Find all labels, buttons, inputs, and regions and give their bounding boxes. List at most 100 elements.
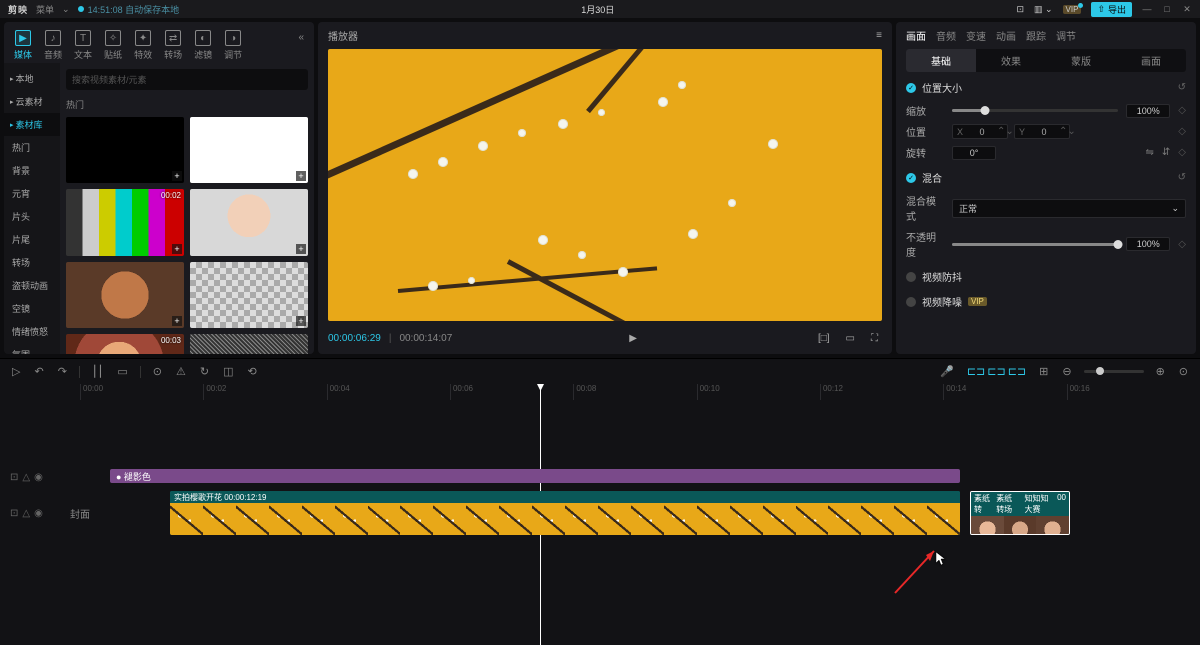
sidenav-item[interactable]: 氛围 (4, 343, 60, 354)
sub-tab[interactable]: 蒙版 (1046, 49, 1116, 72)
keyframe-icon[interactable]: ◇ (1178, 147, 1186, 158)
media-thumbnail[interactable]: + (66, 262, 184, 328)
search-input[interactable]: 搜索视频素材/元素 (66, 69, 308, 90)
select-tool-icon[interactable]: ▷ (10, 363, 22, 380)
flip-v-icon[interactable]: ⇵ (1162, 147, 1170, 158)
sub-tab[interactable]: 基础 (906, 49, 976, 72)
sub-tab[interactable]: 效果 (976, 49, 1046, 72)
position-y-input[interactable]: Y0⌃⌄ (1014, 124, 1070, 139)
scale-value[interactable]: 100% (1126, 104, 1170, 118)
sidenav-item[interactable]: 背景 (4, 159, 60, 182)
reverse-icon[interactable]: ⟲ (246, 363, 259, 380)
track-visible-icon[interactable]: ◉ (34, 472, 43, 483)
cover-label[interactable]: 封面 (70, 506, 90, 521)
prop-tab[interactable]: 调节 (1056, 28, 1076, 43)
track-lock-icon[interactable]: △ (22, 508, 30, 519)
add-icon[interactable]: + (172, 316, 182, 326)
sidenav-item[interactable]: 热门 (4, 136, 60, 159)
position-x-input[interactable]: X0⌃⌄ (952, 124, 1008, 139)
track-mute-icon[interactable]: ⊡ (10, 472, 18, 483)
timeline-ruler[interactable]: 00:0000:0200:0400:0600:0800:1000:1200:14… (80, 384, 1190, 400)
sidenav-item[interactable]: 空镜 (4, 297, 60, 320)
player-viewport[interactable] (328, 49, 882, 321)
prop-tab[interactable]: 动画 (996, 28, 1016, 43)
sidenav-item[interactable]: 片头 (4, 205, 60, 228)
preview-icon[interactable]: ⊞ (1037, 363, 1050, 380)
sidenav-item[interactable]: 盗顿动画 (4, 274, 60, 297)
player-menu-icon[interactable]: ≡ (876, 30, 882, 41)
media-thumbnail[interactable]: + (190, 117, 308, 183)
delete-icon[interactable]: ▭ (115, 363, 129, 380)
media-thumbnail[interactable]: 00:02+ (66, 189, 184, 255)
add-icon[interactable]: + (296, 316, 306, 326)
sidenav-item[interactable]: 转场 (4, 251, 60, 274)
track-mute-icon[interactable]: ⊡ (10, 508, 18, 519)
split-icon[interactable]: ⎮⎮ (90, 363, 105, 380)
opacity-slider[interactable] (952, 243, 1118, 246)
collapse-icon[interactable]: « (294, 28, 308, 47)
add-icon[interactable]: + (172, 244, 182, 254)
blend-mode-select[interactable]: 正常⌄ (952, 199, 1186, 218)
export-button[interactable]: ⇧ 导出 (1091, 2, 1132, 17)
mic-icon[interactable]: 🎤 (938, 363, 956, 380)
media-thumbnail[interactable]: + (190, 189, 308, 255)
tool-tab-特效[interactable]: ✦特效 (130, 28, 156, 63)
video-clip-main[interactable]: 实拍樱歌开花 00:00:12:19 (170, 491, 960, 535)
prop-tab[interactable]: 变速 (966, 28, 986, 43)
frame-icon[interactable]: [□] (814, 331, 834, 346)
tool-tab-音频[interactable]: ♪音频 (40, 28, 66, 63)
prop-tab[interactable]: 跟踪 (1026, 28, 1046, 43)
play-button[interactable]: ▶ (625, 331, 641, 346)
ratio-icon[interactable]: ▭ (842, 331, 859, 346)
sub-tab[interactable]: 画面 (1116, 49, 1186, 72)
fullscreen-icon[interactable]: ⛶ (867, 331, 882, 346)
prop-tab[interactable]: 画面 (906, 28, 926, 43)
opacity-value[interactable]: 100% (1126, 237, 1170, 251)
keyframe-icon[interactable]: ◇ (1178, 126, 1186, 137)
rotate-icon[interactable]: ↻ (198, 363, 211, 380)
add-icon[interactable]: + (172, 171, 182, 181)
snap-icon[interactable]: ⊏⊐ (1008, 366, 1026, 378)
media-thumbnail[interactable]: + (190, 262, 308, 328)
tool-tab-贴纸[interactable]: ✧贴纸 (100, 28, 126, 63)
sidenav-item[interactable]: ▸本地 (4, 67, 60, 90)
sidenav-item[interactable]: ▸素材库 (4, 113, 60, 136)
mirror-icon[interactable]: ⚠ (174, 363, 188, 380)
sidenav-item[interactable]: 情绪愤怒 (4, 320, 60, 343)
add-icon[interactable]: + (296, 244, 306, 254)
tool-tab-调节[interactable]: ◑调节 (220, 28, 246, 63)
sidenav-item[interactable]: 片尾 (4, 228, 60, 251)
media-thumbnail[interactable]: + (66, 117, 184, 183)
rotation-value[interactable]: 0° (952, 146, 996, 160)
freeze-icon[interactable]: ⊙ (151, 363, 164, 380)
track-visible-icon[interactable]: ◉ (34, 508, 43, 519)
redo-icon[interactable]: ↷ (56, 363, 69, 380)
layout-icon[interactable]: ▥ ⌄ (1034, 4, 1053, 15)
menu-button[interactable]: 菜单 (36, 3, 54, 16)
zoom-in-icon[interactable]: ⊕ (1154, 363, 1167, 380)
reset-icon[interactable]: ↺ (1178, 82, 1186, 93)
zoom-out-icon[interactable]: ⊖ (1060, 363, 1073, 380)
minimize-icon[interactable]: — (1142, 4, 1152, 14)
media-thumbnail[interactable]: 00:03+ (66, 334, 184, 354)
sidenav-item[interactable]: ▸云素材 (4, 90, 60, 113)
tool-tab-转场[interactable]: ⇄转场 (160, 28, 186, 63)
zoom-slider[interactable] (1084, 370, 1144, 373)
flip-h-icon[interactable]: ⇋ (1146, 147, 1154, 158)
undo-icon[interactable]: ↶ (32, 363, 45, 380)
close-icon[interactable]: ✕ (1182, 4, 1192, 14)
tool-tab-媒体[interactable]: ▶媒体 (10, 28, 36, 63)
keyframe-icon[interactable]: ◇ (1178, 105, 1186, 116)
vip-badge[interactable]: VIP (1063, 5, 1082, 14)
maximize-icon[interactable]: □ (1162, 4, 1172, 14)
prop-tab[interactable]: 音频 (936, 28, 956, 43)
magnet-icon[interactable]: ⊏⊐ (967, 366, 985, 378)
tool-tab-文本[interactable]: T文本 (70, 28, 96, 63)
add-icon[interactable]: + (296, 171, 306, 181)
media-thumbnail[interactable]: + (190, 334, 308, 354)
sidenav-item[interactable]: 元宵 (4, 182, 60, 205)
zoom-fit-icon[interactable]: ⊙ (1177, 363, 1190, 380)
pos-size-toggle[interactable]: ✓ (906, 83, 916, 93)
track-lock-icon[interactable]: △ (22, 472, 30, 483)
link-icon[interactable]: ⊏⊐ (987, 366, 1005, 378)
